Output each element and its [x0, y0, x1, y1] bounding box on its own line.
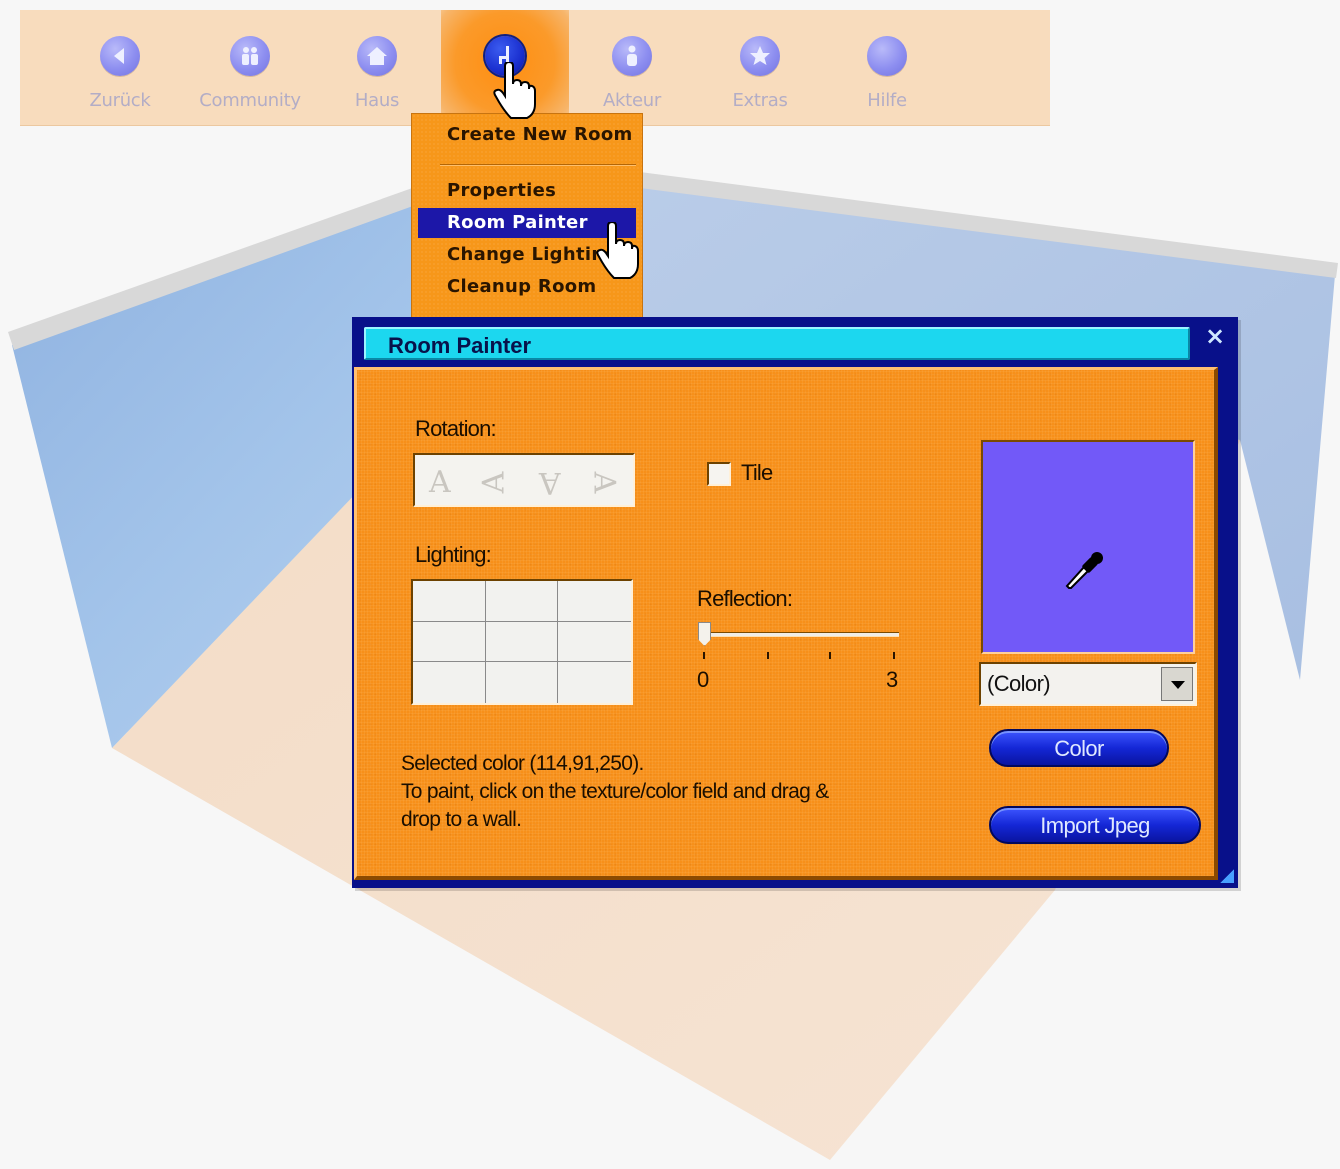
chevron-down-icon[interactable] — [1161, 667, 1193, 701]
color-button[interactable]: Color — [989, 729, 1169, 767]
toolbar-help[interactable]: Hilfe — [823, 10, 951, 126]
star-icon — [740, 36, 780, 76]
reflection-label: Reflection: — [697, 586, 793, 611]
menu-separator — [440, 164, 636, 166]
toolbar-community[interactable]: Community — [186, 10, 314, 126]
menu-item-create-new-room[interactable]: Create New Room — [418, 120, 636, 150]
rotation-option-180[interactable]: A — [539, 465, 561, 500]
room-painter-dialog: Room Painter × Rotation: A A A A Tile Li… — [352, 317, 1238, 888]
description-line: drop to a wall. — [401, 808, 522, 831]
lighting-cell[interactable] — [413, 581, 486, 622]
reflection-max-label: 3 — [886, 667, 898, 692]
hand-cursor-icon — [596, 222, 639, 279]
toolbar-label: Community — [199, 90, 301, 111]
resize-grip[interactable] — [1220, 869, 1234, 883]
eyedropper-icon — [1065, 552, 1103, 589]
description-line: To paint, click on the texture/color fie… — [401, 780, 829, 803]
house-icon — [357, 36, 397, 76]
menu-item-properties[interactable]: Properties — [418, 176, 636, 206]
people-icon — [230, 36, 270, 76]
texture-select-value: (Color) — [987, 671, 1051, 696]
dialog-body: Rotation: A A A A Tile Lighting: Reflect… — [354, 367, 1218, 880]
import-jpeg-button[interactable]: Import Jpeg — [989, 806, 1201, 844]
reflection-slider-thumb[interactable] — [698, 622, 711, 646]
lighting-cell[interactable] — [413, 662, 486, 703]
slider-tick — [893, 652, 895, 659]
slider-tick — [767, 652, 769, 659]
reflection-slider-track[interactable] — [699, 632, 899, 637]
rotation-option-90[interactable]: A — [476, 472, 511, 494]
toolbar-back[interactable]: Zurück — [56, 10, 184, 126]
tile-label: Tile — [741, 460, 773, 485]
slider-tick — [703, 652, 705, 659]
dialog-description: Selected color (114,91,250). To paint, c… — [401, 750, 961, 834]
tile-checkbox[interactable] — [707, 462, 731, 486]
rotation-selector[interactable]: A A A A — [413, 453, 635, 507]
rotation-option-270[interactable]: A — [586, 472, 621, 494]
person-icon — [612, 36, 652, 76]
toolbar-actor[interactable]: Akteur — [568, 10, 696, 126]
help-icon — [867, 36, 907, 76]
lighting-cell[interactable] — [413, 621, 486, 663]
lighting-cell[interactable] — [558, 581, 631, 622]
rotation-label: Rotation: — [415, 416, 497, 441]
room-menu: Create New Room Properties Room Painter … — [411, 113, 643, 318]
rotation-option-0[interactable]: A — [429, 465, 451, 500]
toolbar-label: Zurück — [89, 90, 151, 111]
lighting-label: Lighting: — [415, 542, 492, 567]
toolbar-extras[interactable]: Extras — [696, 10, 824, 126]
hand-cursor-icon — [493, 62, 536, 119]
dialog-titlebar[interactable]: Room Painter — [364, 327, 1190, 360]
lighting-grid[interactable] — [411, 579, 633, 705]
lighting-cell[interactable] — [485, 621, 559, 663]
toolbar-house[interactable]: Haus — [313, 10, 441, 126]
description-line: Selected color (114,91,250). — [401, 752, 644, 775]
back-arrow-icon — [100, 36, 140, 76]
toolbar-label: Hilfe — [867, 90, 907, 111]
texture-select[interactable]: (Color) — [979, 662, 1197, 706]
slider-tick — [829, 652, 831, 659]
lighting-cell[interactable] — [485, 581, 559, 622]
color-swatch[interactable] — [981, 440, 1195, 654]
toolbar-label: Akteur — [603, 90, 661, 111]
lighting-cell[interactable] — [558, 621, 631, 663]
lighting-cell[interactable] — [558, 662, 631, 703]
toolbar-label: Extras — [732, 90, 788, 111]
dialog-title: Room Painter — [388, 333, 532, 358]
lighting-cell[interactable] — [485, 662, 559, 703]
reflection-min-label: 0 — [697, 667, 709, 692]
close-icon[interactable]: × — [1202, 323, 1228, 349]
toolbar-label: Haus — [354, 90, 400, 111]
